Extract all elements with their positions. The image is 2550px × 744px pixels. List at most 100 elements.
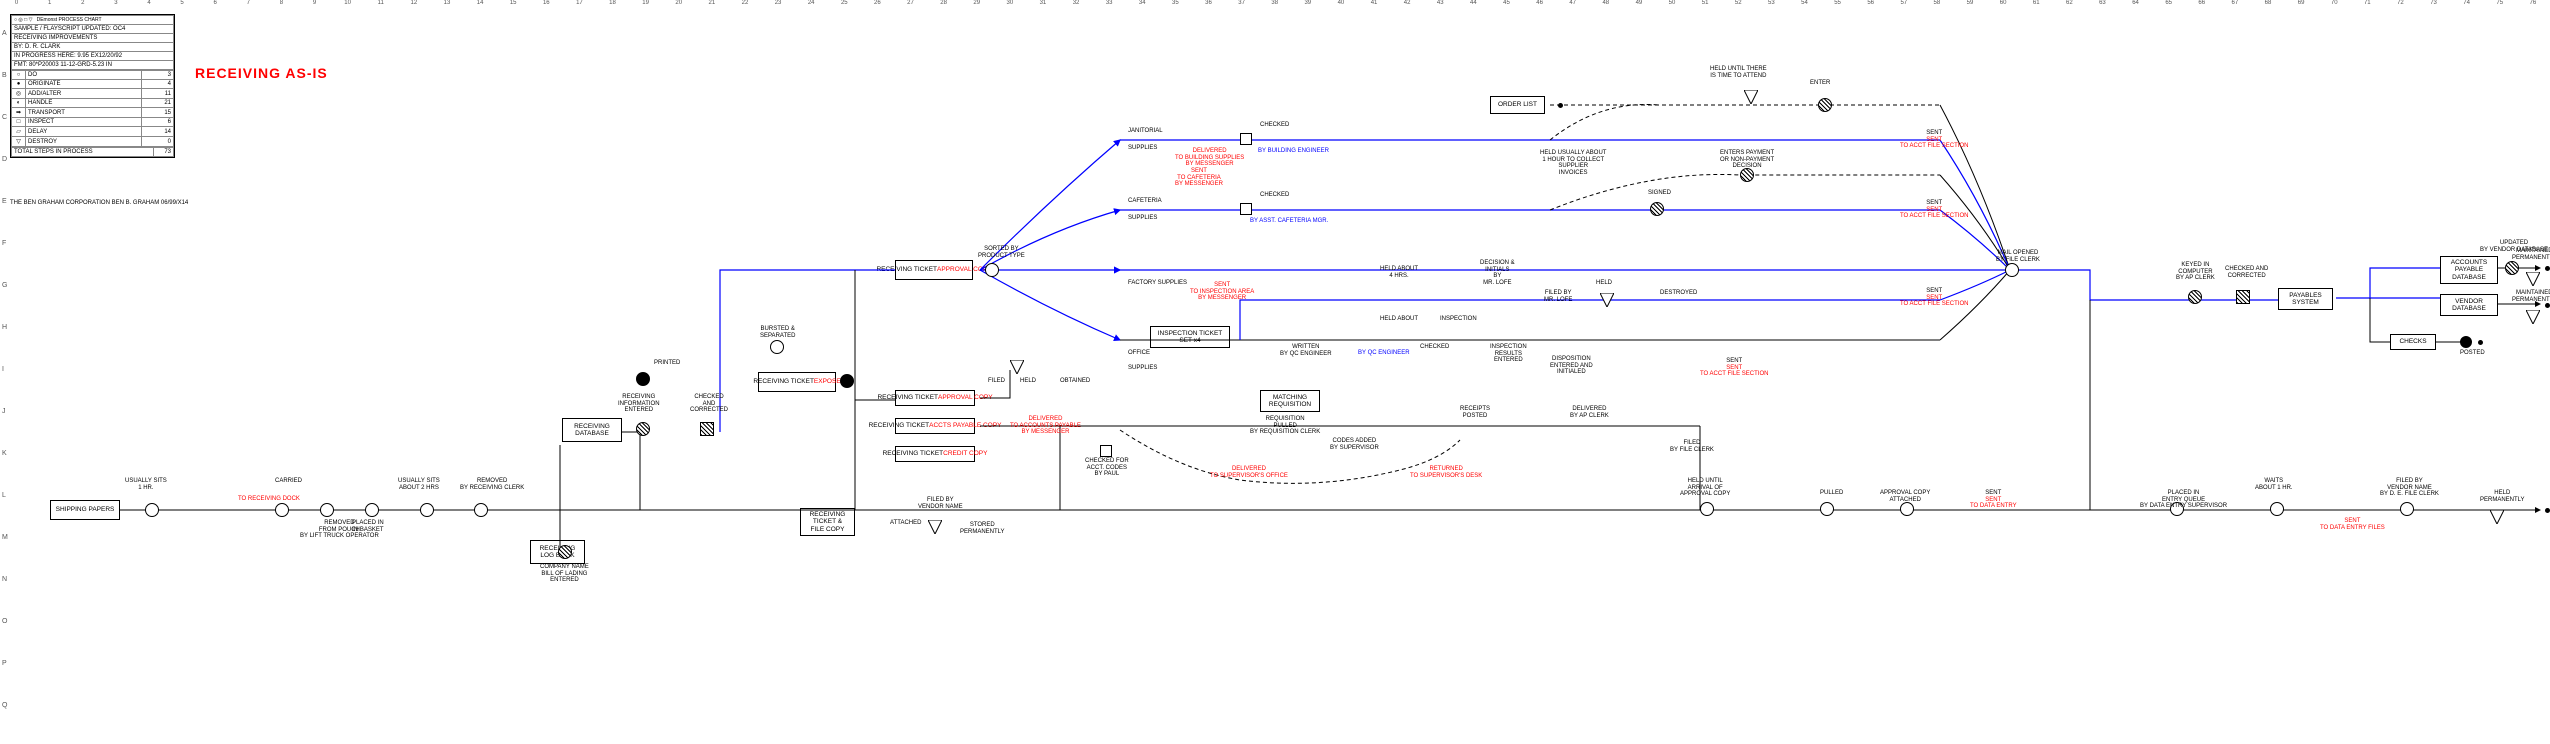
label: DECISION & INITIALS BY MR. LOFE [1480, 260, 1515, 286]
label: REMOVED BY RECEIVING CLERK [460, 478, 524, 491]
label: PRINTED [654, 360, 680, 367]
addalter-icon [636, 422, 650, 436]
label: DELIVERED TO ACCOUNTS PAYABLE BY MESSENG… [1010, 416, 1081, 436]
store-icon [2526, 272, 2540, 288]
inspect-icon [1240, 203, 1252, 215]
label: PLACED IN IN BASKET [352, 520, 384, 533]
inspect-icon [700, 422, 714, 436]
label: FILED BY VENDOR NAME BY D. E. FILE CLERK [2380, 478, 2439, 498]
handle-icon [2400, 502, 2414, 516]
label: CHECKED AND CORRECTED [2225, 266, 2268, 279]
label: SORTED BY PRODUCT TYPE [978, 246, 1025, 259]
label: CHECKED [1260, 192, 1289, 199]
legend-table: ○ ◎ □ ▽ DEmonst PROCESS CHART SAMPLE / F… [11, 15, 174, 70]
label: BY BUILDING ENGINEER [1258, 148, 1329, 155]
store-icon [2490, 510, 2504, 526]
delay-icon [145, 503, 159, 517]
label: POSTED [2460, 350, 2485, 357]
label: TO RECEIVING DOCK [238, 496, 300, 503]
label: DELIVERED BY AP CLERK [1570, 406, 1609, 419]
originate-icon [840, 374, 854, 388]
delay-icon [2270, 502, 2284, 516]
label: PLACED IN ENTRY QUEUE BY DATA ENTRY SUPE… [2140, 490, 2227, 510]
label: PULLED [1820, 490, 1843, 497]
handle-icon [365, 503, 379, 517]
terminal-dot [2545, 303, 2550, 308]
inspect-icon [1240, 133, 1252, 145]
label: USUALLY SITS 1 HR. [125, 478, 167, 491]
delay-icon [1744, 90, 1758, 106]
label: MAIL OPENED BY FILE CLERK [1996, 250, 2040, 263]
label: SENT TO CAFETERIA BY MESSENGER [1175, 168, 1223, 188]
label: ATTACHED [890, 520, 921, 527]
label: DELIVERED TO SUPERVISOR'S OFFICE [1210, 466, 1288, 479]
label: OFFICE [1128, 350, 1150, 357]
label: OBTAINED [1060, 378, 1090, 385]
label: RECEIVING INFORMATION ENTERED [618, 394, 660, 414]
label: FILED BY VENDOR NAME [918, 497, 963, 510]
terminal-dot [1558, 103, 1563, 108]
label: STORED PERMANENTLY [960, 522, 1005, 535]
label: MAINTAINED PERMANENTLY [2512, 290, 2550, 303]
label: HELD PERMANENTLY [2480, 490, 2525, 503]
label: HELD UNTIL ARRIVAL OF APPROVAL COPY [1680, 478, 1730, 498]
label: HELD [1020, 378, 1036, 385]
label: SUPPLIES [1128, 145, 1157, 152]
label: CODES ADDED BY SUPERVISOR [1330, 438, 1379, 451]
store-icon [1600, 293, 1614, 309]
label: REQUISITION PULLED BY REQUISITION CLERK [1250, 416, 1320, 436]
terminal-dot [2545, 266, 2550, 271]
label: FACTORY SUPPLIES [1128, 280, 1187, 287]
terminal-dot [2545, 508, 2550, 513]
label: FILED [988, 378, 1005, 385]
label: COMPANY NAME BILL OF LADING ENTERED [540, 564, 589, 584]
label: BY ASST. CAFETERIA MGR. [1250, 218, 1328, 225]
label: SIGNED [1648, 190, 1671, 197]
delay-icon [1700, 502, 1714, 516]
addalter-icon [558, 545, 572, 559]
delay-icon [420, 503, 434, 517]
label: BY QC ENGINEER [1358, 350, 1410, 357]
label: BURSTED & SEPARATED [760, 326, 795, 339]
label: CAFETERIA [1128, 198, 1162, 205]
label: CHECKED FOR ACCT. CODES BY PAUL [1085, 458, 1129, 478]
label: SENTSENT TO ACCT FILE SECTION [1900, 288, 1968, 308]
label: RETURNED TO SUPERVISOR'S DESK [1410, 466, 1482, 479]
legend-panel: ○ ◎ □ ▽ DEmonst PROCESS CHART SAMPLE / F… [10, 14, 175, 158]
label: WAITS ABOUT 1 HR. [2255, 478, 2293, 491]
label: SENTSENT TO DATA ENTRY [1970, 490, 2017, 510]
originate-icon [636, 372, 650, 386]
label: WRITTEN BY QC ENGINEER [1280, 344, 1332, 357]
label: SENT TO DATA ENTRY FILES [2320, 518, 2385, 531]
addalter-icon [2505, 261, 2519, 275]
label: ENTERS PAYMENT OR NON-PAYMENT DECISION [1720, 150, 1774, 170]
handle-icon [985, 263, 999, 277]
handle-icon [1820, 502, 1834, 516]
label: CHECKED AND CORRECTED [690, 394, 728, 414]
label: CHECKED [1420, 344, 1449, 351]
label: DELIVERED TO BUILDING SUPPLIES BY MESSEN… [1175, 148, 1244, 168]
addalter-icon [1650, 202, 1664, 216]
label: MAINTAINED PERMANENTLY [2512, 248, 2550, 261]
store-icon [2526, 310, 2540, 326]
label: KEYED IN COMPUTER BY AP CLERK [2176, 262, 2215, 282]
label: CARRIED [275, 478, 302, 485]
originate-icon [2460, 336, 2472, 348]
flow-canvas [0, 0, 2550, 600]
legend-steps: ○DO3●ORIGINATE4◎ADD/ALTER11◐HANDLE21➡TRA… [11, 70, 174, 147]
do-icon [770, 340, 784, 354]
do-icon [320, 503, 334, 517]
label: SUPPLIES [1128, 365, 1157, 372]
label: SENTSENT TO ACCT FILE SECTION [1900, 200, 1968, 220]
label: SENTSENT TO ACCT FILE SECTION [1700, 358, 1768, 378]
addalter-icon [1818, 98, 1832, 112]
handle-icon [2005, 263, 2019, 277]
label: HELD [1596, 280, 1612, 287]
label: FILED BY MR. LOFE [1544, 290, 1572, 303]
label: RECEIPTS POSTED [1460, 406, 1490, 419]
label: ENTER [1810, 80, 1830, 87]
label: JANITORIAL [1128, 128, 1163, 135]
handle-icon [275, 503, 289, 517]
label: HELD ABOUT [1380, 316, 1418, 323]
label: CHECKED [1260, 122, 1289, 129]
